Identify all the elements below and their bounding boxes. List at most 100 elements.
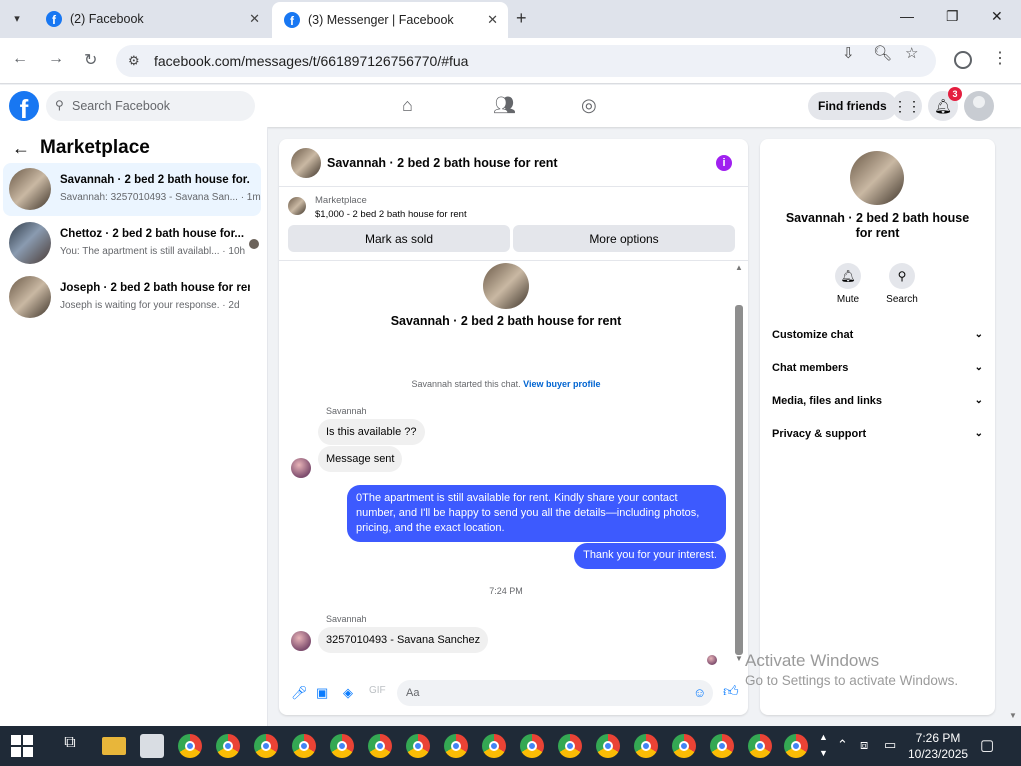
find-friends-button[interactable]: Find friends [808, 92, 897, 120]
chrome-taskbar-icon[interactable] [330, 734, 354, 758]
section-customize-chat[interactable]: Customize chat ⌄ [772, 329, 983, 341]
new-tab-button[interactable]: + [516, 8, 527, 29]
chevron-down-icon: ⌄ [974, 362, 983, 373]
back-button[interactable]: ← [12, 50, 28, 68]
listing-thumbnail [288, 197, 306, 215]
panel-title: ← Marketplace [12, 137, 150, 159]
chrome-taskbar-icon[interactable] [784, 734, 808, 758]
chrome-menu-icon[interactable]: ⋮ [992, 48, 1008, 68]
incoming-message[interactable]: Message sent [318, 446, 403, 472]
forward-button[interactable]: → [48, 50, 64, 68]
scroll-down-arrow[interactable]: ▼ [735, 654, 743, 663]
facebook-header: f ⚲ Search Facebook ⌂ 👥︎ ◎ Find friends … [0, 85, 1021, 127]
windows-taskbar: ⧉ ▲ ▼ ⌃ ⧈ ▭ 7:26 PM 10/23/2025 ▢ [0, 726, 1021, 766]
chrome-taskbar-icon[interactable] [482, 734, 506, 758]
facebook-logo-icon[interactable]: f [9, 91, 39, 121]
section-media-files-links[interactable]: Media, files and links ⌄ [772, 395, 983, 407]
chrome-taskbar-icon[interactable] [178, 734, 202, 758]
view-buyer-profile-link[interactable]: View buyer profile [523, 379, 600, 389]
notification-center-icon[interactable]: ▢ [980, 736, 994, 754]
chrome-taskbar-icon[interactable] [520, 734, 544, 758]
display-icon[interactable]: ▭ [884, 737, 896, 753]
bookmark-star-icon[interactable]: ☆ [905, 44, 918, 62]
facebook-search-input[interactable]: ⚲ Search Facebook [46, 91, 255, 121]
sender-name: Savannah [326, 406, 367, 416]
tab-facebook[interactable]: f (2) Facebook ✕ [34, 4, 270, 34]
microphone-icon[interactable]: 🎤︎ [291, 685, 308, 701]
chrome-taskbar-icon[interactable] [292, 734, 316, 758]
incoming-message[interactable]: Is this available ?? [318, 419, 425, 445]
chrome-taskbar-icon[interactable] [406, 734, 430, 758]
outgoing-message[interactable]: 0The apartment is still available for re… [347, 485, 726, 542]
app-icon[interactable] [140, 734, 164, 758]
chevron-down-icon: ⌄ [974, 329, 983, 340]
tab-search-button[interactable]: ▾ [4, 6, 30, 30]
chrome-taskbar-icon[interactable] [558, 734, 582, 758]
tab-close-icon[interactable]: ✕ [249, 11, 260, 27]
install-app-icon[interactable]: ⇩ [842, 44, 855, 62]
gif-icon[interactable]: GIF [369, 685, 386, 696]
menu-grid-icon[interactable]: ⋮⋮ [892, 91, 922, 121]
photo-icon[interactable]: ▣ [316, 685, 328, 701]
tab-messenger[interactable]: f (3) Messenger | Facebook ✕ [272, 2, 508, 38]
message-input[interactable]: Aa [397, 680, 713, 706]
task-view-icon[interactable]: ⧉ [58, 734, 82, 758]
minimize-button[interactable]: — [900, 8, 914, 24]
back-arrow-icon[interactable]: ← [12, 138, 30, 159]
mark-as-sold-button[interactable]: Mark as sold [288, 225, 510, 252]
url-bar[interactable]: ⚙ facebook.com/messages/t/66189712675677… [116, 45, 936, 77]
reload-button[interactable]: ↻ [84, 50, 97, 70]
outgoing-message[interactable]: Thank you for your interest. [574, 543, 726, 569]
site-settings-icon[interactable]: ⚙ [128, 53, 140, 69]
chat-title[interactable]: Savannah · 2 bed 2 bath house for rent [327, 156, 558, 170]
taskbar-clock[interactable]: 7:26 PM 10/23/2025 [908, 730, 968, 762]
watermark-line2: Go to Settings to activate Windows. [745, 673, 959, 688]
scrollbar[interactable] [735, 269, 743, 663]
groups-icon[interactable]: ◎ [581, 95, 597, 116]
listing-price[interactable]: $1,000 - 2 bed 2 bath house for rent [315, 209, 467, 220]
chrome-profile-icon[interactable] [954, 51, 972, 69]
chrome-taskbar-icon[interactable] [254, 734, 278, 758]
message-thread: ▲ ▼ Savannah · 2 bed 2 bath house for re… [279, 261, 748, 673]
like-thumb-icon[interactable]: 👍︎ [723, 683, 739, 701]
chrome-taskbar-icon[interactable] [596, 734, 620, 758]
friends-icon[interactable]: 👥︎ [493, 95, 516, 116]
conversation-item[interactable]: Savannah · 2 bed 2 bath house for... Sav… [3, 163, 261, 216]
chrome-taskbar-icon[interactable] [748, 734, 772, 758]
chrome-taskbar-icon[interactable] [216, 734, 240, 758]
taskbar-scroll-arrows[interactable]: ▲ ▼ [819, 729, 828, 761]
home-icon[interactable]: ⌂ [402, 95, 413, 116]
section-label: Privacy & support [772, 428, 867, 440]
listing-thumbnail [9, 168, 51, 210]
maximize-button[interactable]: ❐ [946, 8, 959, 25]
chrome-taskbar-icon[interactable] [672, 734, 696, 758]
page-scroll-down-arrow[interactable]: ▼ [1009, 711, 1017, 720]
conversation-item[interactable]: Chettoz · 2 bed 2 bath house for... You:… [3, 217, 261, 270]
more-options-button[interactable]: More options [513, 225, 735, 252]
incoming-message[interactable]: 3257010493 - Savana Sanchez [318, 627, 489, 653]
file-explorer-icon[interactable] [102, 737, 126, 755]
section-privacy-support[interactable]: Privacy & support ⌄ [772, 428, 983, 440]
activate-windows-watermark: Activate Windows Go to Settings to activ… [745, 651, 958, 688]
tray-chevron-up-icon[interactable]: ⌃ [837, 737, 848, 753]
chrome-taskbar-icon[interactable] [634, 734, 658, 758]
chat-avatar[interactable] [291, 148, 321, 178]
chrome-taskbar-icon[interactable] [444, 734, 468, 758]
info-icon[interactable]: i [716, 155, 732, 171]
section-chat-members[interactable]: Chat members ⌄ [772, 362, 983, 374]
mute-button[interactable]: 🔔︎ Mute [818, 263, 878, 305]
tab-close-icon[interactable]: ✕ [487, 12, 498, 28]
chrome-taskbar-icon[interactable] [368, 734, 392, 758]
close-window-button[interactable]: ✕ [991, 8, 1003, 25]
emoji-icon[interactable]: ☺ [693, 685, 706, 700]
chrome-taskbar-icon[interactable] [710, 734, 734, 758]
sticker-icon[interactable]: ◈ [343, 685, 353, 701]
tab-title: (3) Messenger | Facebook [308, 13, 454, 27]
sender-name: Savannah [326, 614, 367, 624]
start-windows-icon[interactable] [10, 734, 34, 758]
account-avatar[interactable] [964, 91, 994, 121]
search-conversation-button[interactable]: ⚲ Search [872, 263, 932, 305]
zoom-icon[interactable]: 🔍︎ [873, 44, 892, 62]
conversation-item[interactable]: Joseph · 2 bed 2 bath house for rent Jos… [3, 271, 261, 324]
network-icon[interactable]: ⧈ [860, 737, 868, 753]
